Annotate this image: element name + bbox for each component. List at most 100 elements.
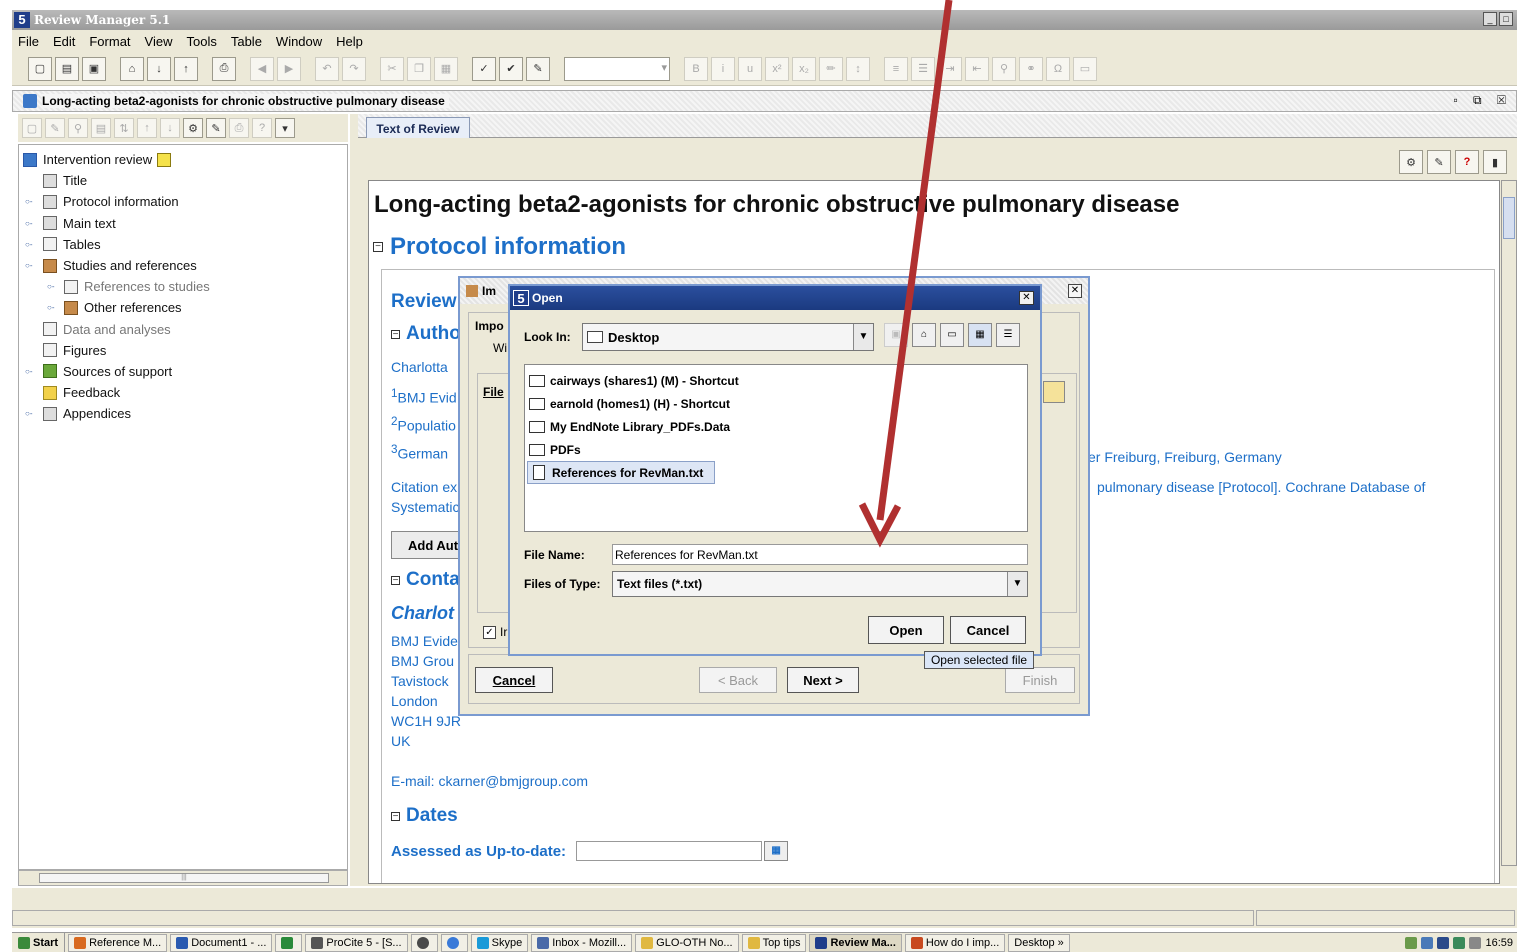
wizard-back-button[interactable]: < Back — [699, 667, 777, 693]
print-icon[interactable]: ⎙ — [229, 118, 249, 138]
taskbar-desktop-toolbar[interactable]: Desktop» — [1008, 933, 1070, 952]
list-item[interactable]: PDFs — [527, 438, 1027, 461]
tray-icon[interactable] — [1421, 937, 1434, 949]
open-button[interactable]: Open — [868, 616, 944, 644]
bullet-list-icon[interactable]: ≡ — [884, 56, 908, 81]
settings-icon[interactable]: ⚙ — [183, 118, 203, 138]
omega-symbol-icon[interactable]: Ω — [1046, 56, 1070, 81]
tree-item-intervention-review[interactable]: Intervention review — [19, 149, 347, 170]
superscript-icon[interactable]: x² — [765, 56, 789, 81]
taskbar-item-firefox[interactable]: Reference M... — [68, 933, 168, 952]
note-icon[interactable] — [157, 152, 172, 167]
collapse-section-icon[interactable]: − — [391, 329, 400, 339]
taskbar-item-word[interactable]: Document1 - ... — [170, 933, 273, 952]
tree-item-sources-of-support[interactable]: ○- Sources of support — [19, 361, 347, 382]
file-name-input[interactable] — [612, 544, 1028, 565]
sort-icon[interactable]: ⇅ — [114, 118, 134, 138]
tree-item-appendices[interactable]: ○- Appendices — [19, 403, 347, 424]
indent-icon[interactable]: ⇥ — [938, 56, 962, 81]
volume-icon[interactable] — [1469, 937, 1482, 949]
tree-item-main-text[interactable]: ○- Main text — [19, 213, 347, 234]
taskbar-item-top-tips[interactable]: Top tips — [741, 933, 807, 952]
list-item[interactable]: cairways (shares1) (M) - Shortcut — [527, 369, 1027, 392]
document-window-controls[interactable]: ▫ ⧉ ☒ — [1453, 93, 1512, 108]
close-icon[interactable]: ✕ — [1068, 284, 1082, 298]
calendar-icon[interactable]: ▦ — [764, 841, 789, 861]
tray-icon[interactable] — [1453, 937, 1466, 949]
redo-icon[interactable]: ↷ — [342, 56, 366, 81]
tray-icon[interactable] — [1405, 937, 1418, 949]
undo-icon[interactable]: ↶ — [315, 56, 339, 81]
back-arrow-icon[interactable]: ◀ — [250, 56, 274, 81]
numbered-list-icon[interactable]: ☰ — [911, 56, 935, 81]
italic-icon[interactable]: i — [711, 56, 735, 81]
taskbar-item-chrome[interactable] — [410, 933, 438, 952]
menu-tools[interactable]: Tools — [186, 34, 216, 49]
tab-text-of-review[interactable]: Text of Review — [366, 117, 470, 139]
wizard-next-button[interactable]: Next > — [787, 667, 859, 693]
properties-icon[interactable]: ▤ — [91, 118, 111, 138]
look-in-select[interactable]: Desktop ▼ — [582, 323, 874, 351]
taskbar-item-excel[interactable] — [275, 933, 303, 952]
collapse-section-icon[interactable]: − — [373, 242, 383, 252]
taskbar-item-folder[interactable]: GLO-OTH No... — [635, 933, 739, 952]
book-icon[interactable]: ▮ — [1483, 150, 1507, 174]
wizard-cancel-button[interactable]: Cancel — [475, 667, 553, 693]
move-up-icon[interactable]: ↑ — [137, 118, 157, 138]
tree-horizontal-scrollbar[interactable]: ||| — [18, 870, 348, 886]
collapse-section-icon[interactable]: − — [391, 811, 400, 821]
editor-vertical-scrollbar[interactable] — [1501, 180, 1517, 866]
link-icon[interactable]: ⚲ — [992, 56, 1016, 81]
collapse-section-icon[interactable]: − — [391, 575, 400, 585]
underline-icon[interactable]: u — [738, 56, 762, 81]
taskbar-item-powerpoint[interactable]: How do I imp... — [904, 933, 1006, 952]
taskbar-item-skype[interactable]: Skype — [470, 933, 529, 952]
expand-icon[interactable]: ○- — [25, 240, 33, 249]
notes-icon[interactable]: ✎ — [526, 56, 550, 81]
find-icon[interactable]: ⚲ — [68, 118, 88, 138]
list-view-icon[interactable]: ▦ — [968, 323, 992, 347]
tree-item-studies-and-references[interactable]: ○- Studies and references — [19, 255, 347, 276]
expand-icon[interactable]: ○- — [47, 303, 55, 312]
checkbox[interactable]: ✓ — [483, 625, 496, 639]
tree-item-protocol-information[interactable]: ○- Protocol information — [19, 191, 347, 212]
scroll-thumb[interactable]: ||| — [39, 873, 329, 883]
save-icon[interactable]: ▣ — [82, 56, 106, 81]
contact-email[interactable]: E-mail: ckarner@bmjgroup.com — [391, 773, 588, 789]
details-view-icon[interactable]: ☰ — [996, 323, 1020, 347]
add-icon[interactable]: ▢ — [22, 118, 42, 138]
menu-view[interactable]: View — [145, 34, 173, 49]
tree-item-figures[interactable]: Figures — [19, 340, 347, 361]
list-item-selected[interactable]: References for RevMan.txt — [527, 461, 715, 484]
browse-folder-icon[interactable] — [1043, 381, 1065, 403]
minimize-icon[interactable]: _ — [1483, 12, 1497, 26]
menu-edit[interactable]: Edit — [53, 34, 75, 49]
expand-icon[interactable]: ○- — [25, 367, 33, 376]
edit-icon[interactable]: ✎ — [45, 118, 65, 138]
cancel-button[interactable]: Cancel — [950, 616, 1026, 644]
add-author-button[interactable]: Add Aut — [391, 531, 465, 559]
close-icon[interactable]: ✕ — [1019, 291, 1034, 305]
assessed-date-input[interactable] — [576, 841, 763, 861]
text-size-icon[interactable]: ↕ — [846, 56, 870, 81]
notes-icon[interactable]: ✎ — [1427, 150, 1451, 174]
taskbar-item-procite[interactable]: ProCite 5 - [S... — [305, 933, 408, 952]
up-folder-icon[interactable]: ▣ — [884, 323, 908, 347]
chevron-down-icon[interactable]: ▼ — [1007, 572, 1027, 596]
expand-icon[interactable]: ○- — [25, 219, 33, 228]
print-icon[interactable]: ⎙ — [212, 56, 236, 81]
files-of-type-select[interactable]: Text files (*.txt) ▼ — [612, 571, 1028, 597]
help-icon[interactable]: ? — [1455, 150, 1479, 174]
spellcheck-abc-icon[interactable]: ✔ — [499, 56, 523, 81]
wizard-checkbox-row[interactable]: ✓ Ir — [483, 625, 507, 639]
taskbar-item-ie[interactable] — [440, 933, 468, 952]
help-icon[interactable]: ? — [252, 118, 272, 138]
export-icon[interactable]: ↑ — [174, 56, 198, 81]
file-list[interactable]: cairways (shares1) (M) - Shortcut earnol… — [524, 364, 1028, 532]
menu-help[interactable]: Help — [336, 34, 363, 49]
expand-icon[interactable]: ○- — [25, 197, 33, 206]
home-icon[interactable]: ⌂ — [120, 56, 144, 81]
frame-icon[interactable]: ▭ — [1073, 56, 1097, 81]
panel-splitter[interactable] — [350, 114, 358, 886]
list-item[interactable]: earnold (homes1) (H) - Shortcut — [527, 392, 1027, 415]
